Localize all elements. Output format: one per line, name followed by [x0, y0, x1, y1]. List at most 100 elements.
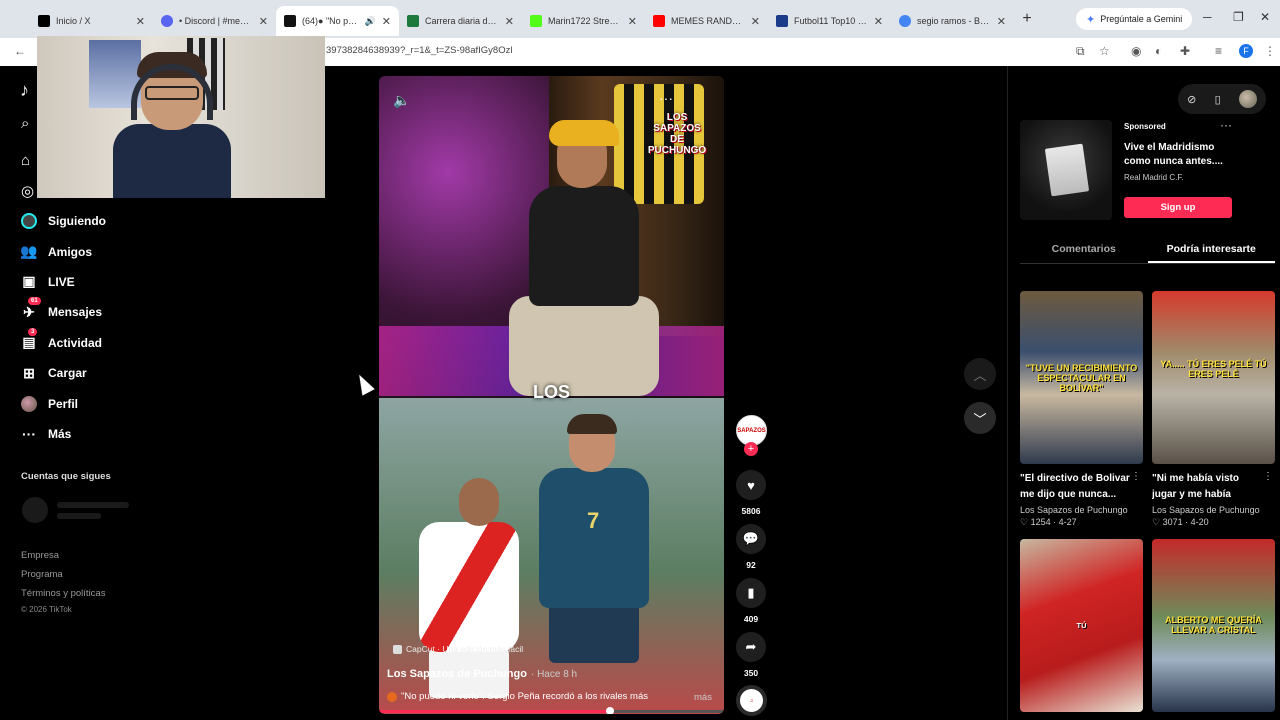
- close-tab-icon[interactable]: ✕: [136, 15, 145, 28]
- sidebar-item-more[interactable]: ··· Más: [20, 419, 160, 449]
- upload-icon: ⊞: [23, 364, 35, 381]
- video-card[interactable]: ALBERTO ME QUERÍA LLEVAR A CRISTAL: [1152, 539, 1275, 712]
- sidebar-item-messages[interactable]: ✈ 61 Mensajes: [20, 297, 160, 327]
- capcut-tag[interactable]: CapCut · Una edición más fácil: [393, 644, 523, 654]
- music-disc-icon[interactable]: ♫: [736, 685, 767, 716]
- previous-video-button[interactable]: ︿: [964, 358, 996, 390]
- comment-button[interactable]: 💬 92: [736, 524, 766, 570]
- video-player[interactable]: LOS SAPAZOS DE PUCHUNGO 🔈 ··· 7 LOS CapC…: [379, 76, 724, 714]
- browser-tab[interactable]: • Discord | #memes-y✕: [153, 6, 276, 36]
- new-tab-button[interactable]: +: [1014, 10, 1040, 28]
- next-video-button[interactable]: ﹀: [964, 402, 996, 434]
- google-icon: [899, 15, 911, 27]
- top-icon-group: ⊘ ▯: [1178, 84, 1266, 114]
- tiktok-logo[interactable]: ♪: [20, 80, 29, 101]
- kick-icon: [530, 15, 542, 27]
- sidebar-item-live[interactable]: ▣ LIVE: [20, 267, 160, 297]
- more-link[interactable]: más: [694, 692, 712, 703]
- home-icon[interactable]: ⌂: [21, 152, 30, 169]
- video-overlay-text: LOS: [532, 382, 570, 402]
- browser-tab[interactable]: MEMES RANDOM #7✕: [645, 6, 768, 36]
- user-avatar[interactable]: [1238, 90, 1257, 108]
- ad-image[interactable]: [1020, 120, 1112, 220]
- capcut-icon: [393, 644, 402, 654]
- menu-icon[interactable]: ⋮: [1264, 44, 1276, 58]
- video-author[interactable]: Los Sapazos de Puchungo · Hace 8 h: [387, 668, 577, 680]
- browser-tab[interactable]: Futbol11 Top10 - Pla✕: [768, 6, 891, 36]
- save-button[interactable]: ▮ 409: [736, 578, 766, 624]
- card-options-icon[interactable]: ⋮: [1263, 471, 1273, 482]
- close-tab-icon[interactable]: ✕: [874, 15, 883, 28]
- footer-link-empresa[interactable]: Empresa: [21, 550, 105, 569]
- sidebar-item-activity[interactable]: ▤ 3 Actividad: [20, 327, 160, 358]
- signup-button[interactable]: Sign up: [1124, 197, 1232, 218]
- search-icon[interactable]: ⌕: [21, 115, 29, 132]
- gemini-button[interactable]: ✦ Pregúntale a Gemini: [1076, 8, 1193, 30]
- translate-icon[interactable]: ⧉: [1076, 44, 1085, 59]
- restore-icon[interactable]: ❐: [1233, 10, 1244, 24]
- share-button[interactable]: ➦ 350: [736, 632, 766, 678]
- extension-icon[interactable]: ◉: [1131, 44, 1141, 58]
- close-tab-icon[interactable]: ✕: [505, 15, 514, 28]
- x-icon: [38, 15, 50, 27]
- ad-title[interactable]: Vive el Madridismo como nunca antes....: [1124, 141, 1234, 169]
- speaker-icon[interactable]: 🔊: [365, 16, 376, 27]
- gemini-icon: ✦: [1086, 13, 1096, 26]
- more-options-icon[interactable]: ···: [659, 90, 673, 106]
- sidebar-item-following[interactable]: Siguiendo: [20, 206, 160, 236]
- skeleton-avatar: [22, 497, 48, 523]
- sidebar-item-friends[interactable]: 👥 Amigos: [20, 236, 160, 266]
- sidebar-item-profile[interactable]: Perfil: [20, 388, 160, 418]
- footer-links: Empresa Programa Términos y políticas: [21, 550, 105, 607]
- bookmark-star-icon[interactable]: ☆: [1099, 44, 1110, 58]
- video-thumbnail[interactable]: YA..... TÚ ERES PELÉ TÚ ERES PELÉ: [1152, 291, 1275, 464]
- close-tab-icon[interactable]: ✕: [259, 15, 268, 28]
- video-thumbnail[interactable]: TÚ: [1020, 539, 1143, 712]
- browser-tab-active[interactable]: (64)● "No puedo🔊✕: [276, 6, 399, 36]
- right-panel-tabs: Comentarios Podría interesarte: [1020, 236, 1275, 264]
- thumbnail-text: TÚ: [1076, 621, 1087, 630]
- back-icon[interactable]: ←: [14, 44, 26, 58]
- webcam-overlay: [37, 36, 325, 198]
- copyright: © 2026 TikTok: [21, 605, 72, 614]
- compass-icon[interactable]: ⊘: [1187, 93, 1196, 106]
- browser-tab[interactable]: Carrera diaria de fútb✕: [399, 6, 522, 36]
- explore-icon[interactable]: ◎: [21, 182, 34, 200]
- progress-bar[interactable]: [379, 707, 724, 714]
- ad-options-icon[interactable]: ···: [1220, 118, 1232, 132]
- phone-icon[interactable]: ▯: [1215, 93, 1221, 106]
- footer-link-programa[interactable]: Programa: [21, 569, 105, 588]
- video-card[interactable]: TÚ: [1020, 539, 1143, 712]
- tab-recommended[interactable]: Podría interesarte: [1147, 236, 1275, 263]
- progress-fill: [379, 710, 611, 713]
- close-tab-icon[interactable]: ✕: [382, 15, 391, 28]
- progress-knob[interactable]: [606, 707, 615, 714]
- tab-comments[interactable]: Comentarios: [1020, 236, 1148, 263]
- streamer-image: [113, 52, 231, 198]
- video-card[interactable]: "TUVE UN RECIBIMIENTO ESPECTACULAR EN BO…: [1020, 291, 1143, 528]
- video-card[interactable]: YA..... TÚ ERES PELÉ TÚ ERES PELÉ "Ni me…: [1152, 291, 1275, 528]
- notification-badge: 61: [28, 297, 41, 306]
- close-window-icon[interactable]: ✕: [1260, 10, 1270, 24]
- profile-avatar[interactable]: F: [1239, 44, 1253, 58]
- puzzle-icon[interactable]: ✚: [1180, 44, 1190, 58]
- follow-plus-icon[interactable]: +: [744, 442, 758, 456]
- like-button[interactable]: ♥ 5806: [736, 470, 766, 516]
- volume-icon[interactable]: 🔈: [393, 92, 410, 109]
- close-tab-icon[interactable]: ✕: [997, 15, 1006, 28]
- card-options-icon[interactable]: ⋮: [1131, 471, 1141, 482]
- heart-icon: ♥: [736, 470, 766, 500]
- extension-icon[interactable]: ◐: [1155, 44, 1162, 58]
- sidebar-item-upload[interactable]: ⊞ Cargar: [20, 358, 160, 388]
- url-text[interactable]: 39738284638939?_r=1&_t=ZS-98afIGy8Ozl: [326, 45, 512, 56]
- close-tab-icon[interactable]: ✕: [751, 15, 760, 28]
- video-thumbnail[interactable]: "TUVE UN RECIBIMIENTO ESPECTACULAR EN BO…: [1020, 291, 1143, 464]
- close-tab-icon[interactable]: ✕: [628, 15, 637, 28]
- emoji-icon: [387, 691, 397, 702]
- browser-tab[interactable]: Marin1722 Stream - K✕: [522, 6, 645, 36]
- browser-tab[interactable]: segio ramos - Buscar✕: [891, 6, 1014, 36]
- reading-list-icon[interactable]: ≡: [1215, 44, 1222, 58]
- browser-tab[interactable]: Inicio / X ✕: [30, 6, 153, 36]
- minimize-icon[interactable]: ─: [1203, 10, 1212, 24]
- video-thumbnail[interactable]: ALBERTO ME QUERÍA LLEVAR A CRISTAL: [1152, 539, 1275, 712]
